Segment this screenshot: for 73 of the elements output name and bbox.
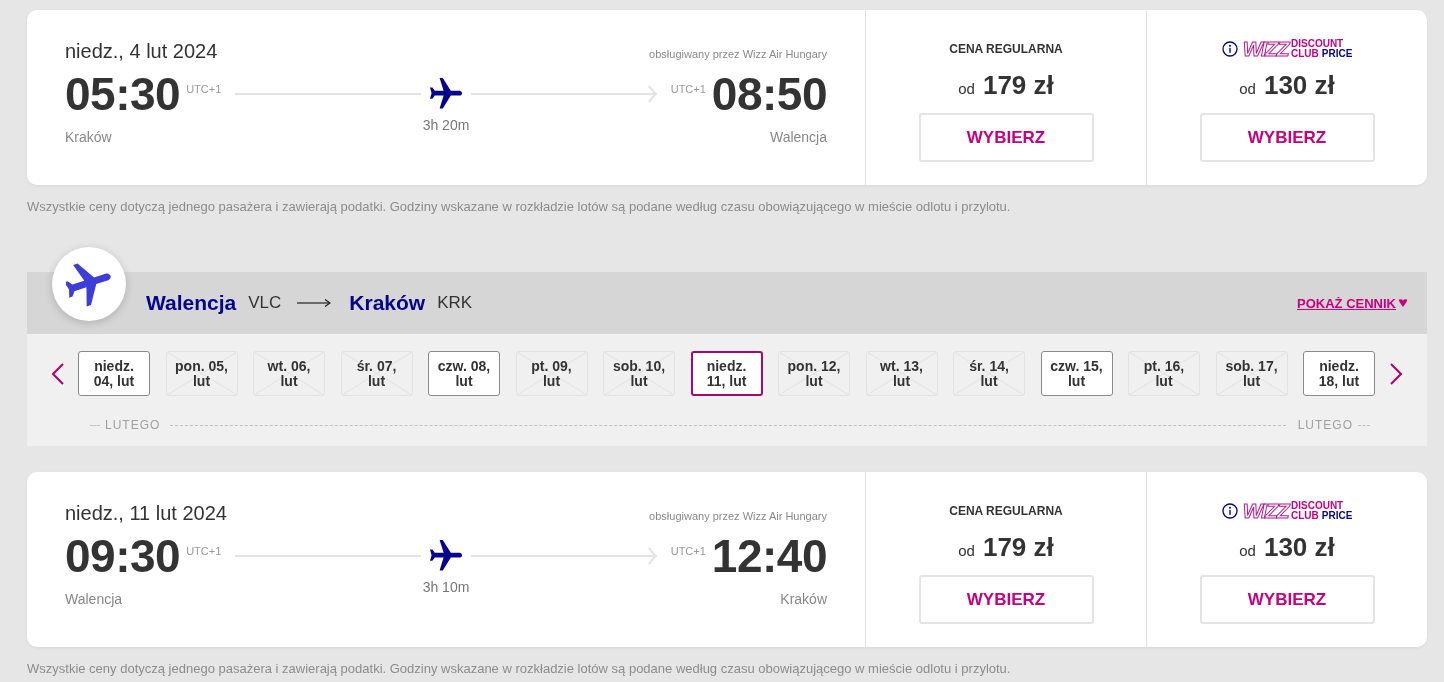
date-tab[interactable]: niedz. 11, lut (690, 351, 763, 396)
date-tab[interactable]: wt. 13, lut (865, 351, 938, 396)
date-tab[interactable]: sob. 10, lut (603, 351, 675, 396)
airplane-icon (430, 540, 462, 572)
chevron-right-icon[interactable] (1390, 362, 1402, 385)
caret-down-icon (1398, 299, 1408, 307)
fare-price: 130 zł (1263, 532, 1335, 563)
club-label: CLUB (1291, 511, 1319, 521)
date-tab[interactable]: pt. 16, lut (1128, 351, 1200, 396)
date-tab[interactable]: śr. 07, lut (340, 351, 413, 396)
select-button[interactable]: WYBIERZ (918, 575, 1094, 624)
logo-wordmark: WIZZ (1242, 38, 1288, 60)
logo-wordmark: WIZZ (1242, 500, 1288, 522)
price-disclaimer: Wszystkie ceny dotyczą jednego pasażera i zawierają podatki. Godziny wskazane w rozkładzie lotów są podane według czasu obowiązującego w mieście odlotu i przylotu. (27, 199, 1012, 215)
chevron-left-icon[interactable] (52, 362, 64, 385)
select-button[interactable]: WYBIERZ (1199, 113, 1375, 162)
month-label: LUTEGO (105, 418, 161, 432)
fare-price: 179 zł (982, 532, 1054, 563)
select-button[interactable]: WYBIERZ (1199, 575, 1375, 624)
info-icon[interactable] (1221, 503, 1238, 519)
price-prefix: od (1239, 542, 1256, 559)
departure-city: Walencja (65, 591, 123, 607)
flight-date: niedz., 11 lut 2024 (65, 501, 227, 525)
operator-text: obsługiwany przez Wizz Air Hungary (649, 510, 827, 522)
fare-price: 130 zł (1263, 70, 1335, 101)
arrival-time: 08:50 (711, 71, 827, 117)
show-prices-link[interactable]: POKAŻ CENNIK (1297, 295, 1408, 311)
price-prefix: od (958, 80, 975, 97)
date-tab[interactable]: wt. 06, lut (253, 351, 325, 396)
date-tab[interactable]: śr. 14, lut (953, 351, 1025, 396)
operator-text: obsługiwany przez Wizz Air Hungary (649, 48, 827, 60)
flight-duration: 3h 20m (422, 117, 470, 133)
date-tab[interactable]: sob. 17, lut (1215, 351, 1288, 396)
info-icon[interactable] (1221, 41, 1238, 57)
date-tab[interactable]: pon. 05, lut (165, 351, 238, 396)
date-tab[interactable]: pt. 09, lut (515, 351, 588, 396)
date-tab[interactable]: czw. 15, lut (1040, 351, 1113, 396)
discount-label: DISCOUNT (1291, 501, 1345, 511)
date-tab[interactable]: niedz. 04, lut (78, 351, 150, 396)
flight-date: niedz., 4 lut 2024 (65, 39, 218, 63)
origin-city: Walencja (146, 291, 237, 315)
arrow-icon (297, 298, 332, 308)
month-label: LUTEGO (1297, 418, 1353, 432)
select-button[interactable]: WYBIERZ (918, 113, 1094, 162)
fare-label: CENA REGULARNA (949, 503, 1063, 520)
price-prefix: od (1239, 80, 1256, 97)
date-tab[interactable]: czw. 08, lut (428, 351, 500, 396)
origin-code: VLC (248, 293, 282, 313)
arrival-time: 12:40 (711, 533, 827, 579)
date-tab[interactable]: niedz. 18, lut (1303, 351, 1375, 396)
airplane-icon (430, 78, 462, 110)
price-disclaimer: Wszystkie ceny dotyczą jednego pasażera i zawierają podatki. Godziny wskazane w rozkładzie lotów są podane według czasu obowiązującego w mieście odlotu i przylotu. (27, 661, 1012, 677)
destination-city: Kraków (349, 291, 426, 315)
fare-label: CENA REGULARNA (949, 41, 1063, 58)
departure-city: Kraków (65, 129, 112, 145)
price-label: PRICE (1321, 49, 1353, 59)
destination-code: KRK (437, 293, 473, 313)
fare-price: 179 zł (982, 70, 1054, 101)
date-tab[interactable]: pon. 12, lut (778, 351, 850, 396)
timezone-label: UTC+1 (186, 83, 222, 95)
arrival-city: Walencja (769, 129, 827, 145)
departure-time: 09:30 (65, 533, 181, 579)
flight-duration: 3h 10m (422, 579, 470, 595)
departure-time: 05:30 (65, 71, 181, 117)
arrival-city: Kraków (780, 591, 827, 607)
timezone-label: UTC+1 (670, 83, 706, 95)
timezone-label: UTC+1 (670, 545, 706, 557)
price-label: PRICE (1321, 511, 1353, 521)
discount-label: DISCOUNT (1291, 39, 1345, 49)
price-prefix: od (958, 542, 975, 559)
timezone-label: UTC+1 (186, 545, 222, 557)
airplane-badge-icon (52, 247, 126, 321)
club-label: CLUB (1291, 49, 1319, 59)
